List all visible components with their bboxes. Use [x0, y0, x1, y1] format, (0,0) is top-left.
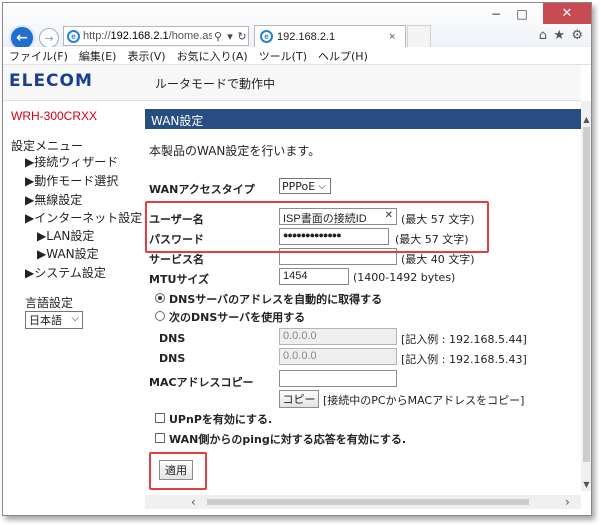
maximize-button[interactable]: □ — [509, 3, 535, 24]
service-name-note: (最大 40 文字) — [401, 253, 475, 266]
ie-favicon-icon: e — [67, 29, 80, 43]
browser-window: − □ ✕ ← → e http://192.168.2.1/home.as ⚲… — [2, 2, 592, 516]
dns1-note: [記入例 : 192.168.5.44] — [401, 333, 527, 346]
settings-menu-title: 設定メニュー — [11, 139, 84, 153]
search-icon[interactable]: ⚲ — [212, 30, 224, 43]
dns2-note: [記入例 : 192.168.5.43] — [401, 353, 527, 366]
highlight-apply — [149, 452, 207, 490]
mac-copy-label: MACアドレスコピー — [149, 376, 254, 389]
sidebar-item-lan[interactable]: ▶LAN設定 — [37, 227, 94, 244]
page-title: WAN設定 — [145, 109, 581, 129]
refresh-icon[interactable]: ↻ — [236, 30, 248, 43]
main-content: WAN設定 本製品のWAN設定を行います。 WANアクセスタイプ PPPoE ⌵… — [145, 101, 581, 491]
mac-copy-button[interactable]: コピー — [279, 390, 319, 408]
mtu-label: MTUサイズ — [149, 273, 210, 286]
access-type-value: PPPoE — [282, 179, 316, 193]
sidebar-item-wan[interactable]: ▶WAN設定 — [37, 245, 99, 262]
new-tab-button[interactable] — [407, 25, 431, 47]
service-name-label: サービス名 — [149, 253, 204, 266]
chevron-down-icon: ⌵ — [71, 313, 79, 324]
access-type-select[interactable]: PPPoE ⌵ — [279, 178, 331, 194]
url-host: 192.168.2.1 — [110, 30, 169, 42]
dns-manual-radio[interactable] — [155, 311, 165, 321]
vertical-scroll-thumb[interactable] — [583, 127, 590, 462]
address-bar[interactable]: e http://192.168.2.1/home.as ⚲ ▾ ↻ — [63, 26, 249, 46]
language-value: 日本語 — [29, 314, 62, 327]
ping-label: WAN側からのpingに対する応答を有効にする. — [169, 433, 406, 446]
sidebar: WRH-300CRXX 設定メニュー ▶接続ウィザード ▶動作モード選択 ▶無線… — [3, 101, 142, 491]
mtu-note: (1400-1492 bytes) — [353, 271, 456, 284]
dns-auto-label: DNSサーバのアドレスを自動的に取得する — [169, 293, 383, 306]
close-window-button[interactable]: ✕ — [543, 3, 591, 24]
scroll-down-icon[interactable]: ▼ — [581, 480, 591, 489]
close-icon[interactable]: × — [389, 31, 405, 43]
horizontal-scrollbar[interactable]: ‹ › — [145, 495, 581, 509]
menu-help[interactable]: ヘルプ(H) — [318, 48, 368, 64]
dns2-label: DNS — [159, 352, 186, 365]
dns-manual-label: 次のDNSサーバを使用する — [169, 311, 306, 324]
sidebar-item-system[interactable]: ▶システム設定 — [25, 264, 106, 281]
chevron-down-icon[interactable]: ▾ — [224, 30, 236, 43]
url-prefix: http:// — [83, 30, 111, 42]
language-select[interactable]: 日本語 ⌵ — [25, 311, 83, 329]
scroll-left-icon[interactable]: ‹ — [191, 495, 196, 509]
menu-tools[interactable]: ツール(T) — [259, 48, 307, 64]
mode-status: ルータモードで動作中 — [155, 77, 276, 91]
vertical-scrollbar[interactable]: ▲ ▼ — [581, 101, 591, 491]
scroll-up-icon[interactable]: ▲ — [581, 115, 591, 124]
tab-title: 192.168.2.1 — [277, 30, 336, 43]
menu-favorites[interactable]: お気に入り(A) — [177, 48, 248, 64]
url-path: /home.as — [168, 30, 212, 42]
dns1-input[interactable]: 0.0.0.0 — [279, 328, 397, 345]
menu-file[interactable]: ファイル(F) — [9, 48, 68, 64]
gear-icon[interactable]: ⚙ — [571, 28, 583, 43]
scroll-right-icon[interactable]: › — [565, 495, 570, 509]
menu-edit[interactable]: 編集(E) — [79, 48, 117, 64]
mtu-input[interactable]: 1454 — [279, 268, 349, 285]
minimize-button[interactable]: − — [483, 3, 509, 24]
menu-view[interactable]: 表示(V) — [127, 48, 165, 64]
mac-address-input[interactable] — [279, 370, 397, 387]
horizontal-scroll-thumb[interactable] — [207, 499, 529, 505]
upnp-checkbox[interactable] — [155, 413, 165, 423]
mac-copy-note: [接続中のPCからMACアドレスをコピー] — [323, 394, 525, 407]
upnp-label: UPnPを有効にする. — [169, 413, 273, 426]
access-type-label: WANアクセスタイプ — [149, 183, 255, 196]
dns-auto-radio[interactable] — [155, 293, 165, 303]
sidebar-item-mode[interactable]: ▶動作モード選択 — [25, 172, 118, 189]
browser-navbar: − □ ✕ ← → e http://192.168.2.1/home.as ⚲… — [3, 3, 591, 51]
browser-tab[interactable]: e 192.168.2.1 × — [254, 25, 406, 47]
home-icon[interactable]: ⌂ — [539, 28, 547, 43]
star-icon[interactable]: ★ — [553, 28, 565, 43]
menu-bar: ファイル(F) 編集(E) 表示(V) お気に入り(A) ツール(T) ヘルプ(… — [3, 47, 591, 65]
dns2-input[interactable]: 0.0.0.0 — [279, 348, 397, 365]
chevron-down-icon: ⌵ — [318, 180, 326, 192]
arrow-right-icon[interactable]: → — [39, 28, 59, 48]
dns1-label: DNS — [159, 332, 186, 345]
intro-text: 本製品のWAN設定を行います。 — [149, 144, 321, 158]
elecom-logo: ELECOM — [9, 71, 93, 91]
ping-checkbox[interactable] — [155, 433, 165, 443]
language-title: 言語設定 — [25, 296, 74, 310]
highlight-username-password — [145, 201, 489, 253]
address-url[interactable]: http://192.168.2.1/home.as — [83, 30, 212, 42]
ie-favicon-icon: e — [260, 30, 273, 43]
sidebar-item-wizard[interactable]: ▶接続ウィザード — [25, 153, 118, 170]
sidebar-item-wireless[interactable]: ▶無線設定 — [25, 191, 82, 208]
page-header: ELECOM ルータモードで動作中 — [3, 65, 581, 101]
model-name: WRH-300CRXX — [11, 109, 98, 123]
sidebar-item-internet[interactable]: ▶インターネット設定 — [25, 209, 142, 226]
